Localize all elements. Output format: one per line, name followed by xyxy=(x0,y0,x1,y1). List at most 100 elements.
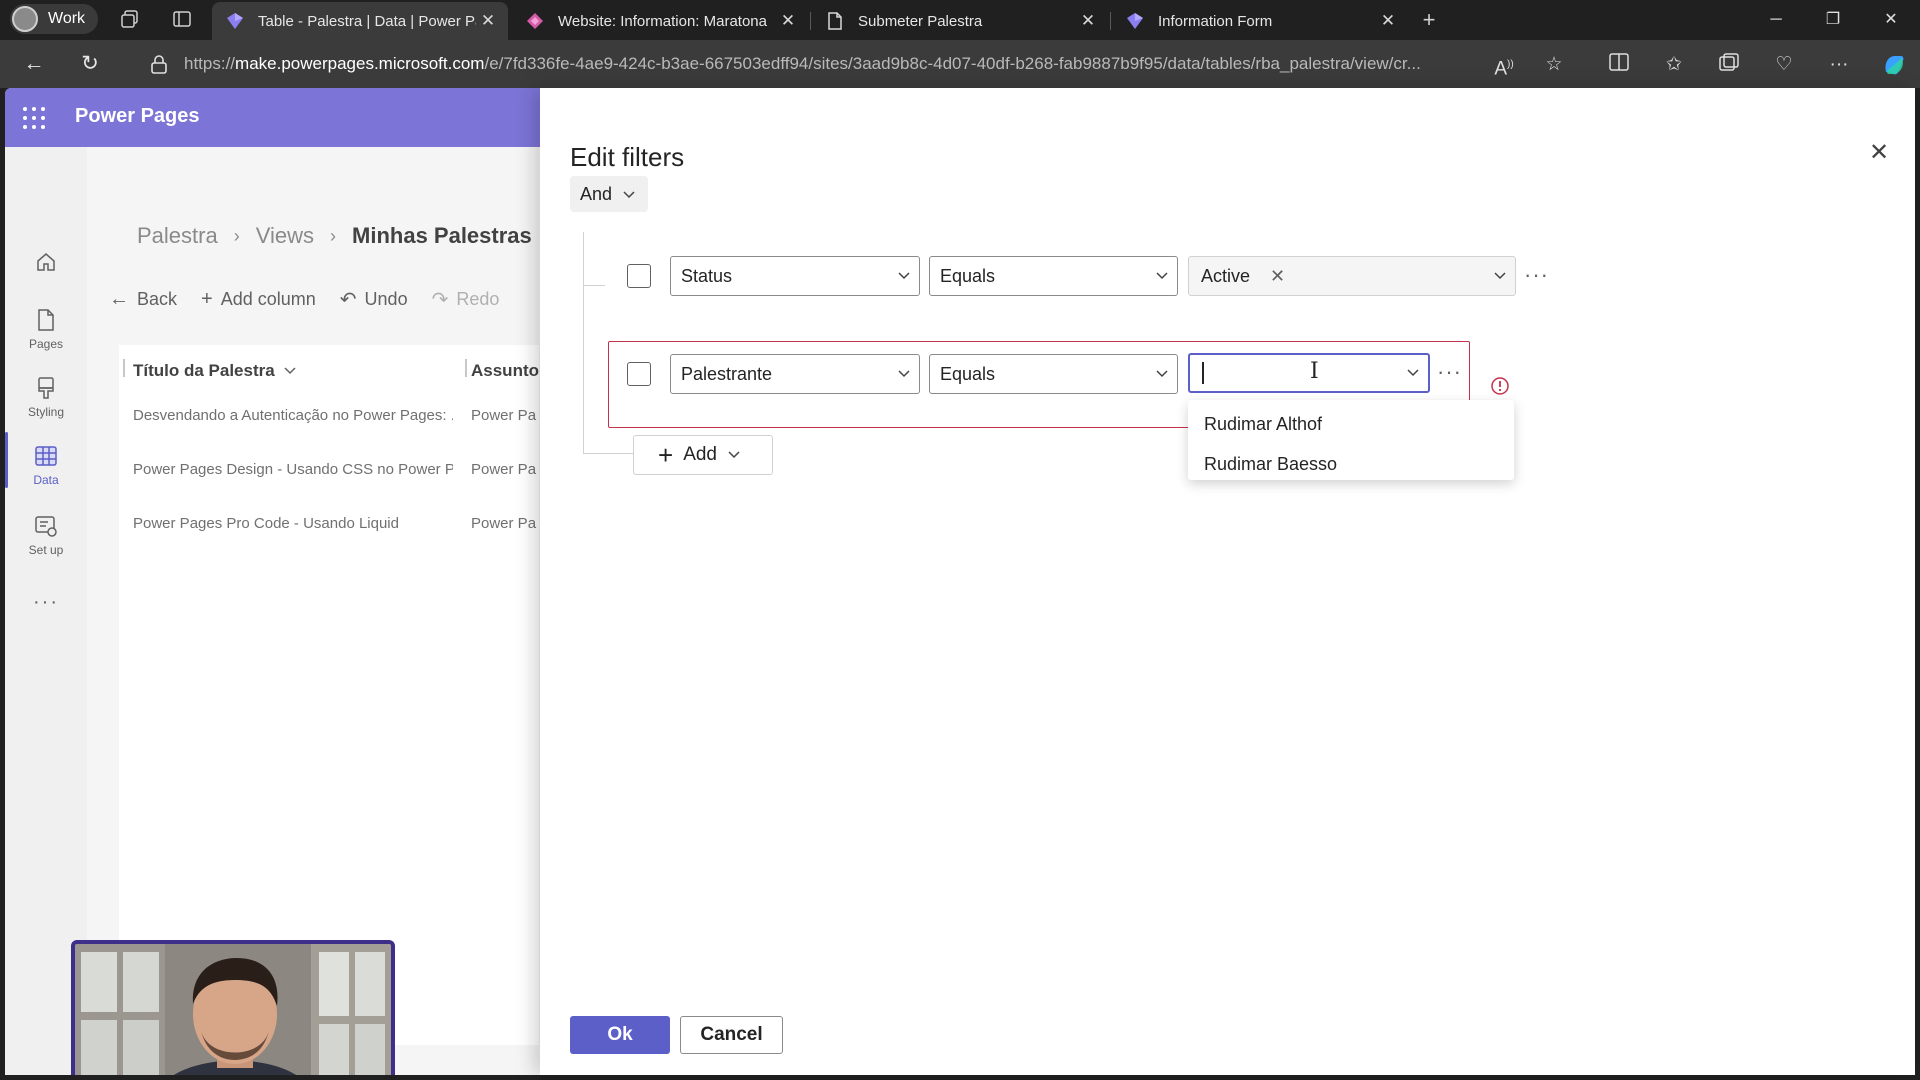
redo-label: Redo xyxy=(456,289,500,309)
table-row[interactable]: Power Pages Pro Code - Usando Liquid Pow… xyxy=(119,497,539,551)
close-icon[interactable]: ✕ xyxy=(476,11,500,31)
column-resize-handle[interactable] xyxy=(123,359,125,377)
tab-website-information[interactable]: Website: Information: Maratona ✕ xyxy=(512,2,808,40)
cancel-button[interactable]: Cancel xyxy=(680,1016,783,1054)
command-bar: ← Back + Add column ↶ Undo ↷ Redo xyxy=(109,287,523,312)
favorite-star-icon[interactable]: ☆ xyxy=(1541,52,1567,78)
new-tab-icon[interactable]: + xyxy=(1418,9,1440,31)
add-label: Add xyxy=(683,444,717,465)
value-dropdown[interactable]: Active ✕ xyxy=(1188,256,1516,296)
copilot-icon[interactable] xyxy=(1881,52,1907,78)
table-row[interactable]: Power Pages Design - Usando CSS no Power… xyxy=(119,443,539,497)
close-icon[interactable]: ✕ xyxy=(1076,11,1100,31)
chevron-down-icon xyxy=(622,184,636,205)
power-pages-icon xyxy=(1126,12,1144,30)
tab-information-form[interactable]: Information Form ✕ xyxy=(1112,2,1408,40)
restore-icon[interactable]: ❐ xyxy=(1813,6,1853,34)
read-aloud-icon[interactable]: A)) xyxy=(1491,52,1517,79)
table-row[interactable]: Desvendando a Autenticação no Power Page… xyxy=(119,389,539,443)
settings-icon xyxy=(33,513,59,539)
browser-essentials-icon[interactable]: ♡ xyxy=(1771,52,1797,78)
value-chip: Active ✕ xyxy=(1199,266,1485,287)
filter-row-checkbox[interactable] xyxy=(627,362,651,386)
column-header-label: Título da Palestra xyxy=(133,361,275,380)
tab-table-palestra[interactable]: Table - Palestra | Data | Power Pa ✕ xyxy=(212,2,508,40)
add-column-label: Add column xyxy=(220,289,316,309)
field-dropdown[interactable]: Palestrante xyxy=(670,354,920,394)
rail-item-pages[interactable]: Pages xyxy=(5,307,87,351)
tab-title: Table - Palestra | Data | Power Pa xyxy=(258,12,476,30)
breadcrumb-item-views[interactable]: Views xyxy=(256,223,314,249)
lock-icon xyxy=(150,54,170,74)
tab-title: Submeter Palestra xyxy=(858,12,983,30)
value-combobox-input[interactable] xyxy=(1188,353,1430,393)
close-icon[interactable]: ✕ xyxy=(776,11,800,31)
tab-title: Information Form xyxy=(1158,12,1273,30)
breadcrumb-current: Minhas Palestras xyxy=(352,223,532,248)
remove-chip-icon[interactable]: ✕ xyxy=(1270,266,1285,287)
breadcrumb-item-table[interactable]: Palestra xyxy=(137,223,218,249)
back-arrow-icon[interactable]: ← xyxy=(22,52,46,76)
value-chip-label: Active xyxy=(1201,265,1251,286)
tab-actions-icon[interactable] xyxy=(171,9,193,31)
rail-item-styling[interactable]: Styling xyxy=(5,375,87,419)
browser-tab-bar: Work Table - Palestra | Data | Power Pa … xyxy=(0,0,1920,40)
pages-icon xyxy=(33,307,59,333)
close-icon[interactable]: ✕ xyxy=(1376,11,1400,31)
field-dropdown[interactable]: Status xyxy=(670,256,920,296)
filter-tree-line xyxy=(583,285,605,286)
rail-label: Data xyxy=(33,473,59,487)
chevron-right-icon: › xyxy=(330,225,337,246)
redo-button[interactable]: ↷ Redo xyxy=(432,287,500,312)
address-bar: ← ↻ https://make.powerpages.microsoft.co… xyxy=(0,40,1920,88)
ok-button[interactable]: Ok xyxy=(570,1016,670,1054)
rail-item-data[interactable]: Data xyxy=(5,443,87,487)
brush-icon xyxy=(33,375,59,401)
option-rudimar-althof[interactable]: Rudimar Althof xyxy=(1204,414,1322,435)
chevron-right-icon: › xyxy=(233,225,240,246)
more-options-icon[interactable]: ··· xyxy=(1826,52,1852,78)
text-cursor-icon: I xyxy=(1310,359,1319,384)
close-panel-icon[interactable]: ✕ xyxy=(1866,140,1892,166)
column-header-titulo[interactable]: Título da Palestra xyxy=(133,361,297,381)
minimize-icon[interactable]: ─ xyxy=(1756,6,1796,34)
table-icon xyxy=(33,443,59,469)
operator-dropdown[interactable]: Equals xyxy=(929,354,1178,394)
favorites-icon[interactable]: ✩ xyxy=(1661,52,1687,78)
tab-separator xyxy=(810,12,811,30)
rail-item-setup[interactable]: Set up xyxy=(5,513,87,557)
column-header-assunto[interactable]: Assunto xyxy=(471,361,539,381)
profile-button[interactable]: Work xyxy=(10,4,98,34)
row-more-options-icon[interactable]: ··· xyxy=(1524,262,1549,288)
plus-icon: + xyxy=(201,288,213,310)
filter-row-checkbox[interactable] xyxy=(627,264,651,288)
collections-icon[interactable] xyxy=(1716,52,1742,78)
rail-home[interactable] xyxy=(5,249,87,279)
refresh-icon[interactable]: ↻ xyxy=(78,52,102,76)
tab-submeter-palestra[interactable]: Submeter Palestra ✕ xyxy=(812,2,1108,40)
option-rudimar-baesso[interactable]: Rudimar Baesso xyxy=(1204,454,1337,475)
undo-label: Undo xyxy=(364,289,408,309)
rail-more-icon[interactable]: ··· xyxy=(5,591,87,614)
plus-icon: + xyxy=(658,440,674,470)
column-resize-handle[interactable] xyxy=(465,359,467,377)
value-options-listbox: Rudimar Althof Rudimar Baesso xyxy=(1188,400,1514,480)
window-close-icon[interactable]: ✕ xyxy=(1871,6,1911,34)
app-launcher-icon[interactable] xyxy=(23,107,45,129)
group-operator-dropdown[interactable]: And xyxy=(570,176,648,212)
url-field[interactable]: https://make.powerpages.microsoft.com/e/… xyxy=(140,46,1580,82)
edit-filters-panel: Edit filters ✕ And Status Equals Active … xyxy=(540,88,1915,1075)
split-screen-icon[interactable] xyxy=(1606,52,1632,78)
add-filter-button[interactable]: + Add xyxy=(633,435,773,475)
arrow-left-icon: ← xyxy=(109,288,129,310)
cell-subject: Power Pa xyxy=(471,407,537,424)
operator-dropdown[interactable]: Equals xyxy=(929,256,1178,296)
text-caret xyxy=(1202,362,1204,384)
chevron-down-icon xyxy=(1147,271,1177,281)
workspaces-icon[interactable] xyxy=(119,9,141,31)
add-column-button[interactable]: + Add column xyxy=(201,288,316,311)
row-more-options-icon[interactable]: ··· xyxy=(1437,359,1462,385)
undo-button[interactable]: ↶ Undo xyxy=(340,287,408,312)
back-button[interactable]: ← Back xyxy=(109,288,177,311)
chevron-down-icon xyxy=(889,369,919,379)
